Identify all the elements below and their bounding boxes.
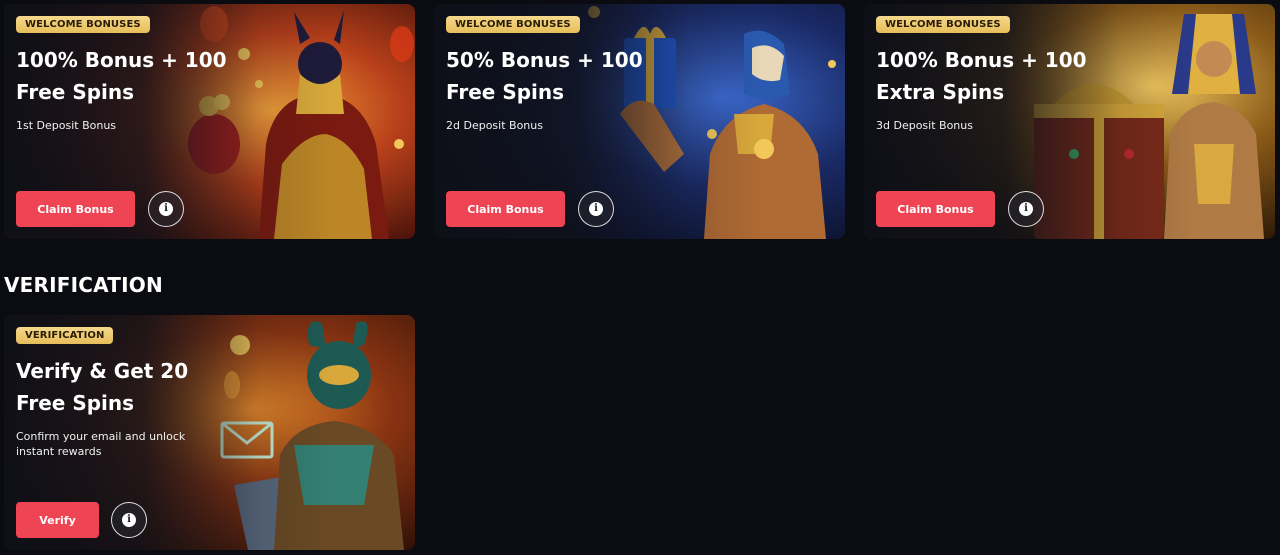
bonus-subtitle: 1st Deposit Bonus — [16, 119, 117, 132]
bonus-title-line2: Free Spins — [16, 80, 135, 104]
info-icon: i — [159, 202, 173, 216]
welcome-bonuses-badge: WELCOME BONUSES — [16, 16, 150, 33]
verify-button[interactable]: Verify — [16, 502, 99, 538]
welcome-bonuses-badge: WELCOME BONUSES — [876, 16, 1010, 33]
bonus-card-1st-deposit: WELCOME BONUSES 100% Bonus + 100 Free Sp… — [4, 4, 415, 239]
info-icon: i — [122, 513, 136, 527]
bonus-title-line2: Extra Spins — [876, 80, 1005, 104]
verification-section-heading: VERIFICATION — [4, 273, 163, 297]
bonus-card-2d-deposit: WELCOME BONUSES 50% Bonus + 100 Free Spi… — [434, 4, 845, 239]
bonus-subtitle: 2d Deposit Bonus — [446, 119, 543, 132]
bonus-title-line2: Free Spins — [446, 80, 565, 104]
bonus-title-line1: 50% Bonus + 100 — [446, 48, 643, 72]
bonus-title-line1: 100% Bonus + 100 — [876, 48, 1087, 72]
verification-subtitle: Confirm your email and unlock instant re… — [16, 430, 186, 458]
claim-bonus-button[interactable]: Claim Bonus — [446, 191, 565, 227]
bonus-card-3d-deposit: WELCOME BONUSES 100% Bonus + 100 Extra S… — [864, 4, 1275, 239]
bonuses-page: WELCOME BONUSES 100% Bonus + 100 Free Sp… — [0, 0, 1280, 555]
claim-bonus-button[interactable]: Claim Bonus — [876, 191, 995, 227]
info-button[interactable]: i — [148, 191, 184, 227]
info-button[interactable]: i — [1008, 191, 1044, 227]
info-icon: i — [1019, 202, 1033, 216]
info-icon: i — [589, 202, 603, 216]
verification-title-line2: Free Spins — [16, 391, 135, 415]
verification-card: VERIFICATION Verify & Get 20 Free Spins … — [4, 315, 415, 550]
bonus-title-line1: 100% Bonus + 100 — [16, 48, 227, 72]
verification-title: Verify & Get 20 Free Spins — [16, 355, 246, 419]
info-button[interactable]: i — [578, 191, 614, 227]
welcome-bonuses-badge: WELCOME BONUSES — [446, 16, 580, 33]
bonus-title: 100% Bonus + 100 Free Spins — [16, 44, 246, 108]
verification-badge: VERIFICATION — [16, 327, 114, 344]
claim-bonus-button[interactable]: Claim Bonus — [16, 191, 135, 227]
info-button[interactable]: i — [111, 502, 147, 538]
bonus-title: 50% Bonus + 100 Free Spins — [446, 44, 676, 108]
bonus-subtitle: 3d Deposit Bonus — [876, 119, 973, 132]
bonus-title: 100% Bonus + 100 Extra Spins — [876, 44, 1106, 108]
verification-title-line1: Verify & Get 20 — [16, 359, 189, 383]
